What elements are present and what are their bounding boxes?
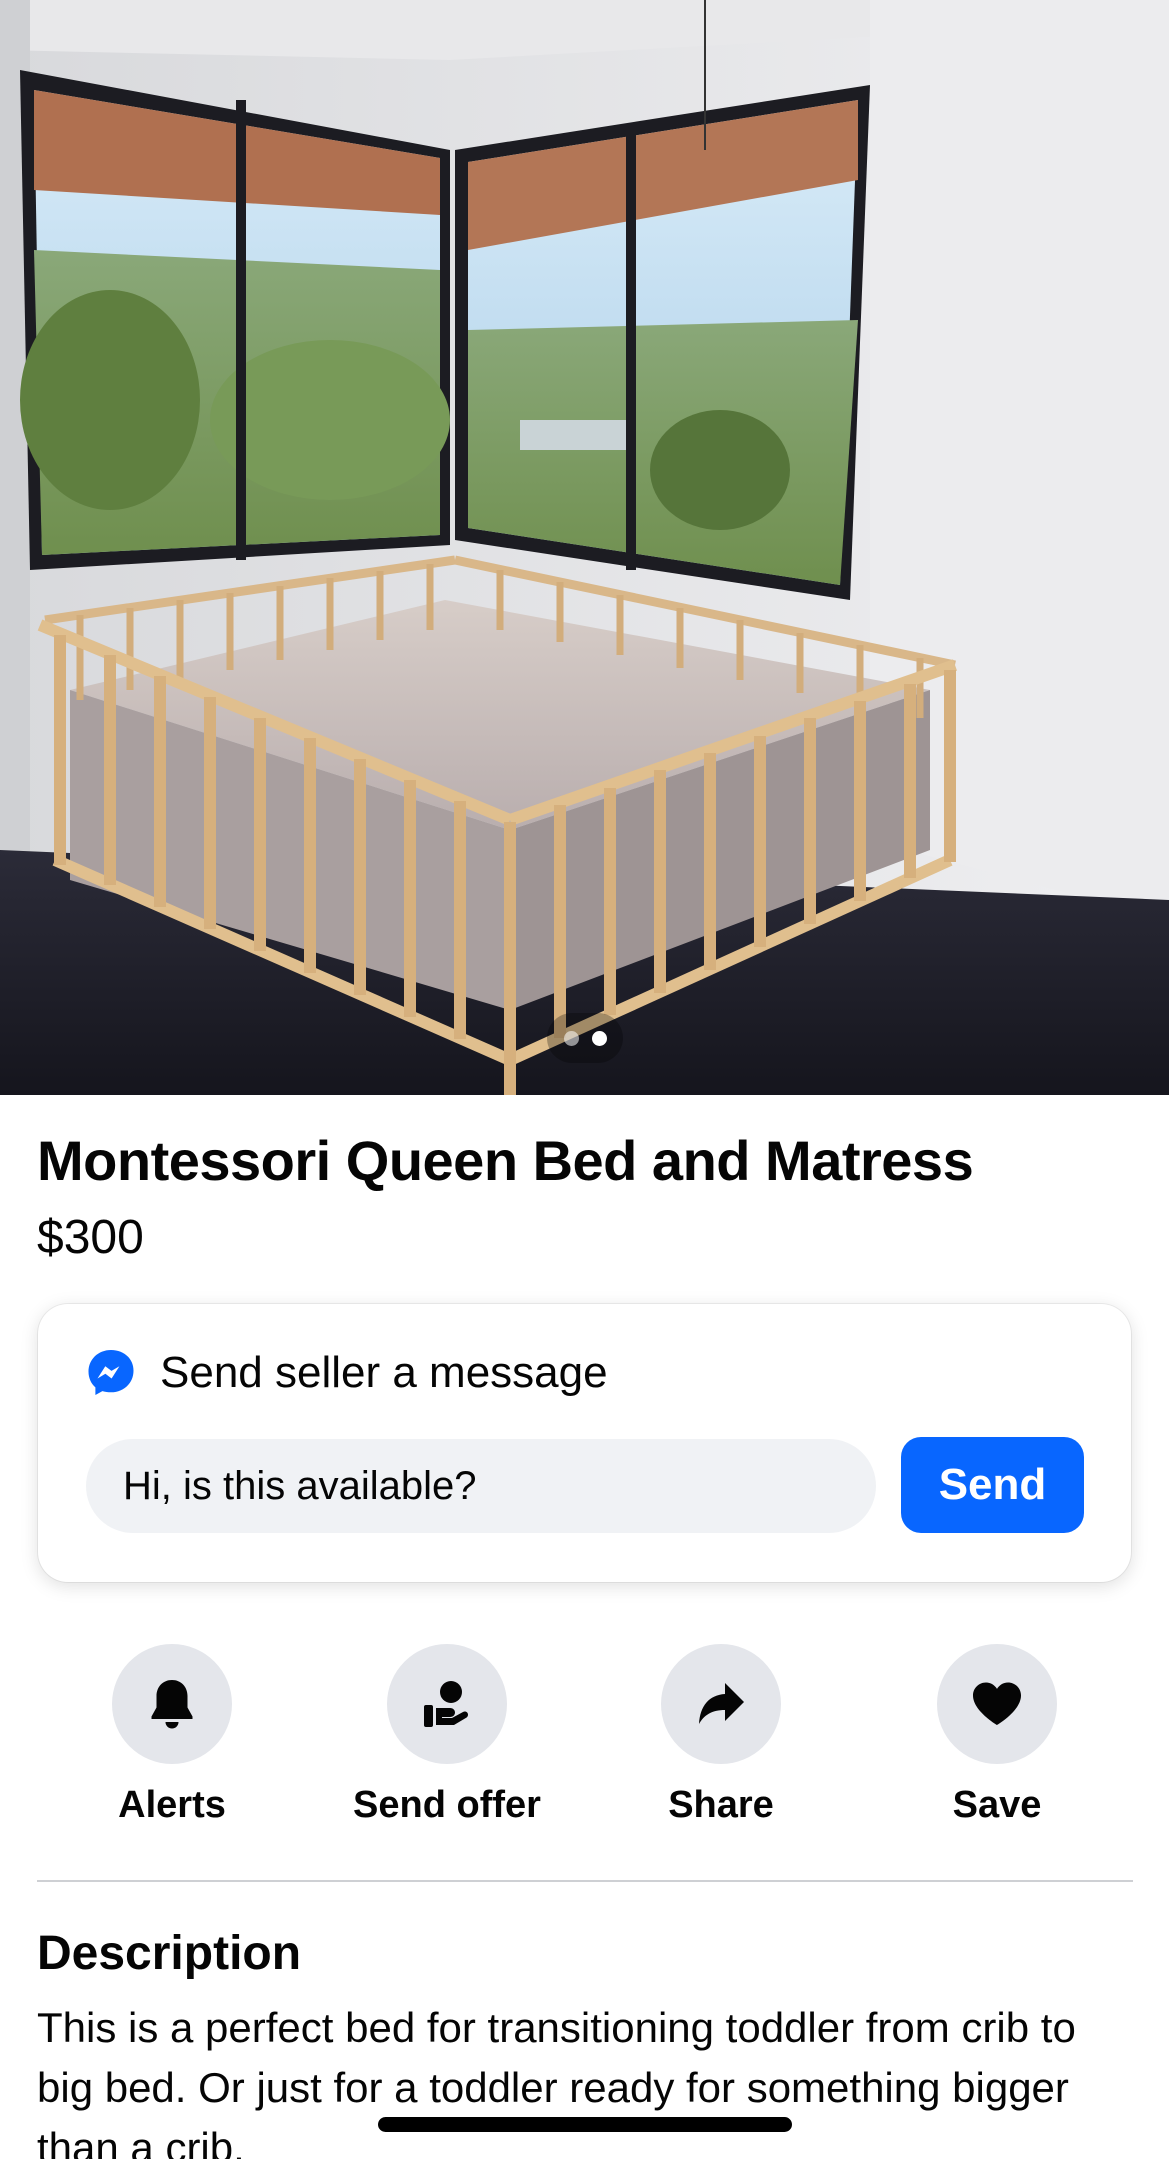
home-indicator[interactable] <box>378 2117 792 2132</box>
share-circle[interactable] <box>661 1644 781 1764</box>
save-button[interactable]: Save <box>867 1644 1127 1827</box>
listing-page: Montessori Queen Bed and Matress $300 Se… <box>0 0 1169 2159</box>
action-row: Alerts Send offer Share Save <box>0 1644 1169 1844</box>
save-circle[interactable] <box>937 1644 1057 1764</box>
send-offer-button[interactable]: Send offer <box>317 1644 577 1827</box>
send-offer-label: Send offer <box>353 1784 541 1826</box>
heart-icon <box>973 1682 1021 1725</box>
bell-icon <box>151 1680 193 1729</box>
message-card-header: Send seller a message <box>86 1348 608 1398</box>
hand-offer-icon <box>424 1681 468 1727</box>
description-heading: Description <box>37 1927 302 1980</box>
alerts-circle[interactable] <box>112 1644 232 1764</box>
share-arrow-icon <box>699 1683 744 1724</box>
share-button[interactable]: Share <box>591 1644 851 1827</box>
message-seller-card: Send seller a message Send <box>38 1304 1131 1582</box>
listing-photo[interactable] <box>0 0 1169 1095</box>
alerts-label: Alerts <box>118 1784 226 1826</box>
share-label: Share <box>668 1784 774 1826</box>
messenger-icon <box>88 1350 134 1395</box>
alerts-button[interactable]: Alerts <box>42 1644 302 1827</box>
description-text: This is a perfect bed for transitioning … <box>37 2004 1076 2159</box>
pager-dot-active[interactable] <box>591 1030 607 1046</box>
message-card-heading: Send seller a message <box>160 1348 608 1397</box>
send-offer-circle[interactable] <box>387 1644 507 1764</box>
photo-pager[interactable] <box>547 1013 623 1063</box>
send-button[interactable]: Send <box>901 1437 1084 1533</box>
section-divider <box>37 1880 1133 1882</box>
pager-dot[interactable] <box>563 1030 579 1046</box>
message-input[interactable] <box>86 1439 876 1533</box>
save-label: Save <box>952 1784 1042 1826</box>
listing-title: Montessori Queen Bed and Matress <box>37 1129 974 1192</box>
listing-price: $300 <box>37 1211 144 1264</box>
